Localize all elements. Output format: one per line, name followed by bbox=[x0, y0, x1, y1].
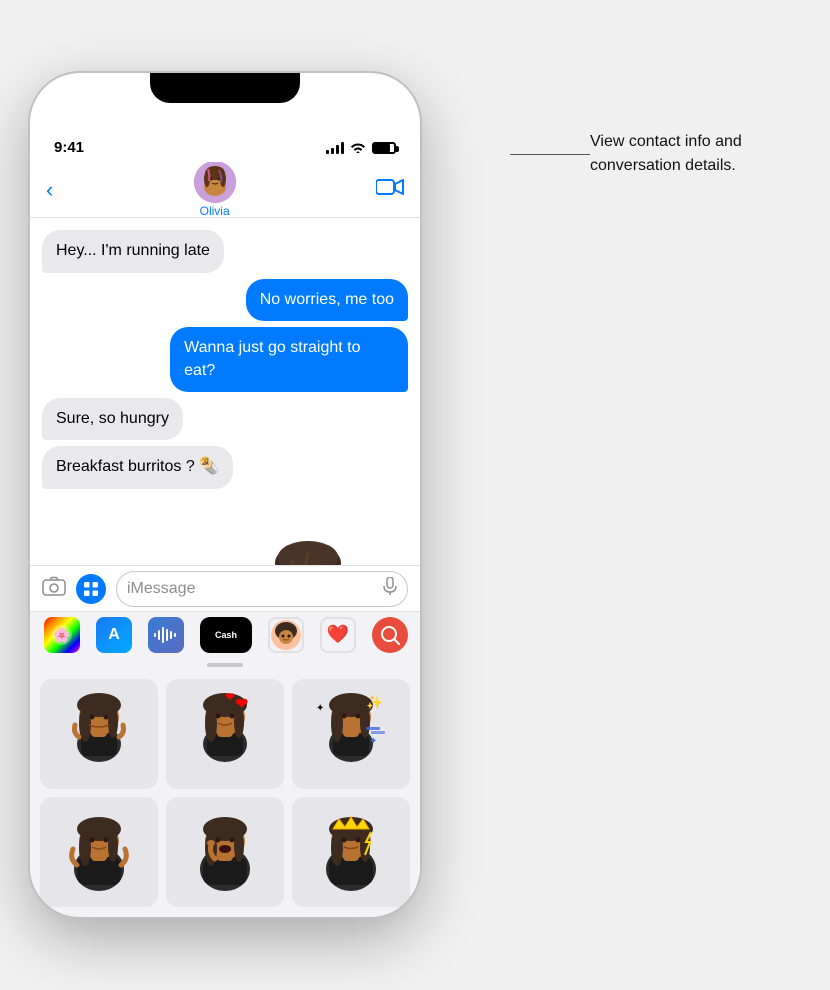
sticker-item[interactable]: ❤ ❤ bbox=[166, 679, 284, 789]
video-call-button[interactable] bbox=[376, 177, 404, 203]
sent-memoji bbox=[228, 503, 388, 566]
message-row: Hey... I'm running late bbox=[42, 230, 408, 272]
app-strip: 🌸 A Cash bbox=[30, 611, 420, 657]
message-bubble: Wanna just go straight to eat? bbox=[170, 327, 408, 392]
message-row: No worries, me too bbox=[42, 279, 408, 321]
message-row: Breakfast burritos ? 🌯 bbox=[42, 446, 408, 488]
world-search-strip-icon[interactable] bbox=[372, 617, 408, 653]
back-button[interactable]: ‹ bbox=[46, 177, 53, 203]
memoji-strip-icon[interactable] bbox=[268, 617, 304, 653]
contact-header[interactable]: Olivia bbox=[194, 161, 236, 218]
message-input[interactable]: iMessage bbox=[116, 571, 408, 607]
status-bar: 9:41 bbox=[30, 121, 420, 162]
battery-icon bbox=[372, 142, 396, 154]
camera-icon[interactable] bbox=[42, 576, 66, 602]
message-bubble: Sure, so hungry bbox=[42, 398, 183, 440]
soundwave-strip-icon[interactable] bbox=[148, 617, 184, 653]
message-row: Sure, so hungry bbox=[42, 398, 408, 440]
sticker-item[interactable] bbox=[292, 797, 410, 907]
sticker-item[interactable] bbox=[40, 797, 158, 907]
sticker-item[interactable]: ✨ ✦ ✦ bbox=[292, 679, 410, 789]
memoji-sticker-message bbox=[42, 503, 408, 566]
messages-area: Hey... I'm running late No worries, me t… bbox=[30, 218, 420, 565]
avatar bbox=[194, 161, 236, 203]
appstore-strip-icon[interactable]: A bbox=[96, 617, 132, 653]
sticker-item[interactable] bbox=[40, 679, 158, 789]
phone-frame: 9:41 ‹ bbox=[30, 73, 420, 917]
contact-name: Olivia bbox=[200, 204, 230, 218]
svg-text:❤: ❤ bbox=[225, 690, 235, 704]
message-bubble: No worries, me too bbox=[246, 279, 408, 321]
message-row: Wanna just go straight to eat? bbox=[42, 327, 408, 392]
status-time: 9:41 bbox=[54, 139, 84, 156]
apps-button[interactable] bbox=[76, 574, 106, 604]
callout-annotation: View contact info and conversation detai… bbox=[590, 130, 810, 178]
status-icons bbox=[326, 140, 396, 156]
callout-text: View contact info and conversation detai… bbox=[590, 133, 742, 174]
photos-strip-icon[interactable]: 🌸 bbox=[44, 617, 80, 653]
svg-text:✦: ✦ bbox=[369, 736, 377, 747]
panel-handle bbox=[207, 663, 243, 667]
input-area: iMessage bbox=[30, 565, 420, 611]
svg-text:✦: ✦ bbox=[316, 703, 324, 714]
notch bbox=[150, 73, 300, 103]
input-placeholder: iMessage bbox=[127, 580, 195, 598]
cash-strip-icon[interactable]: Cash bbox=[200, 617, 252, 653]
svg-text:✨: ✨ bbox=[366, 694, 383, 710]
svg-text:❤: ❤ bbox=[235, 696, 248, 713]
nav-bar: ‹ bbox=[30, 162, 420, 218]
message-bubble: Breakfast burritos ? 🌯 bbox=[42, 446, 233, 488]
wifi-icon bbox=[350, 140, 366, 156]
stickers-strip-icon[interactable]: ❤️ bbox=[320, 617, 356, 653]
panel-handle-area bbox=[30, 657, 420, 669]
message-bubble: Hey... I'm running late bbox=[42, 230, 224, 272]
sticker-item[interactable] bbox=[166, 797, 284, 907]
callout-line bbox=[510, 154, 590, 155]
sticker-grid: ❤ ❤ ✨ bbox=[40, 679, 410, 907]
sticker-panel: ❤ ❤ ✨ bbox=[30, 669, 420, 917]
svg-text:🌸: 🌸 bbox=[53, 627, 70, 644]
mic-icon[interactable] bbox=[383, 577, 397, 600]
signal-bars-icon bbox=[326, 142, 344, 154]
